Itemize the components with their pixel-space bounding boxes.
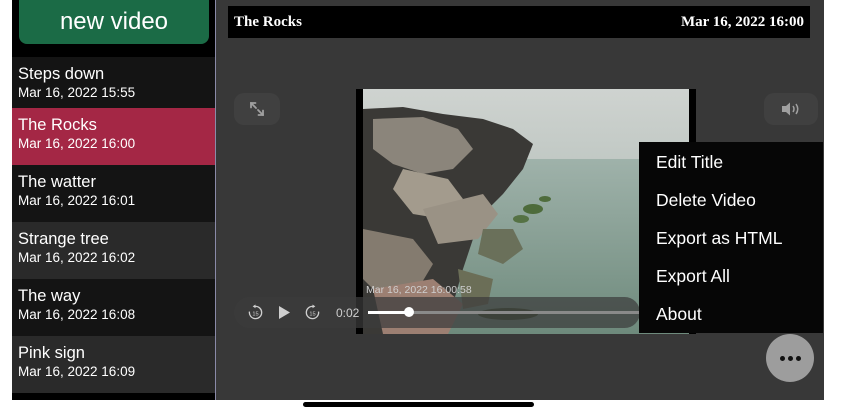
video-item-date: Mar 16, 2022 16:09 (18, 364, 136, 379)
ellipsis-icon (779, 355, 785, 361)
progress-fill (368, 311, 409, 314)
more-options-button[interactable] (766, 334, 814, 382)
video-list-item-selected[interactable]: The Rocks Mar 16, 2022 16:00 (12, 108, 215, 165)
video-date: Mar 16, 2022 16:00 (680, 14, 804, 30)
expand-button[interactable] (234, 93, 280, 125)
video-list-item[interactable]: The way Mar 16, 2022 16:08 (12, 279, 215, 336)
volume-button[interactable] (764, 93, 818, 125)
svg-text:15: 15 (252, 311, 258, 317)
video-item-date: Mar 16, 2022 16:01 (18, 193, 136, 208)
video-item-title: Steps down (18, 65, 105, 83)
speaker-icon (782, 102, 799, 116)
ellipsis-icon (795, 355, 801, 361)
video-list-item[interactable]: Pink sign Mar 16, 2022 16:09 (12, 336, 215, 393)
video-item-title: The way (18, 287, 81, 305)
menu-item-export-html[interactable]: Export as HTML (656, 228, 782, 249)
video-item-date: Mar 16, 2022 15:55 (18, 85, 136, 100)
menu-item-edit-title[interactable]: Edit Title (656, 152, 723, 173)
expand-icon (250, 102, 264, 116)
progress-slider[interactable] (368, 307, 640, 317)
home-indicator (303, 402, 534, 407)
menu-item-export-all[interactable]: Export All (656, 266, 730, 287)
video-item-date: Mar 16, 2022 16:02 (18, 250, 136, 265)
svg-text:15: 15 (309, 311, 315, 317)
playback-controls: 15 15 0:02 (234, 297, 640, 328)
video-list-sidebar: new video Steps down Mar 16, 2022 15:55 … (12, 0, 215, 400)
play-icon[interactable] (277, 305, 291, 320)
skip-forward-15-icon[interactable]: 15 (304, 304, 321, 321)
progress-thumb[interactable] (403, 307, 414, 317)
skip-back-15-icon[interactable]: 15 (247, 304, 264, 321)
video-item-title: The Rocks (18, 116, 97, 134)
video-item-title: Pink sign (18, 344, 85, 362)
menu-item-delete-video[interactable]: Delete Video (656, 190, 756, 211)
video-list-item[interactable]: Steps down Mar 16, 2022 15:55 (12, 57, 215, 114)
current-time: 0:02 (336, 306, 360, 320)
menu-item-about[interactable]: About (656, 304, 702, 325)
new-video-button[interactable]: new video (19, 0, 209, 44)
video-list-item[interactable]: The watter Mar 16, 2022 16:01 (12, 165, 215, 222)
options-menu: Edit Title Delete Video Export as HTML E… (639, 142, 823, 333)
video-item-title: The watter (18, 173, 96, 191)
video-timestamp-overlay: Mar 16, 2022 16:00:58 (366, 284, 472, 296)
video-item-title: Strange tree (18, 230, 109, 248)
ellipsis-icon (787, 355, 793, 361)
video-item-date: Mar 16, 2022 16:00 (18, 136, 136, 151)
video-list-item[interactable]: Strange tree Mar 16, 2022 16:02 (12, 222, 215, 279)
video-item-date: Mar 16, 2022 16:08 (18, 307, 136, 322)
video-title: The Rocks (234, 14, 302, 30)
video-header-bar: The Rocks Mar 16, 2022 16:00 (228, 6, 810, 38)
